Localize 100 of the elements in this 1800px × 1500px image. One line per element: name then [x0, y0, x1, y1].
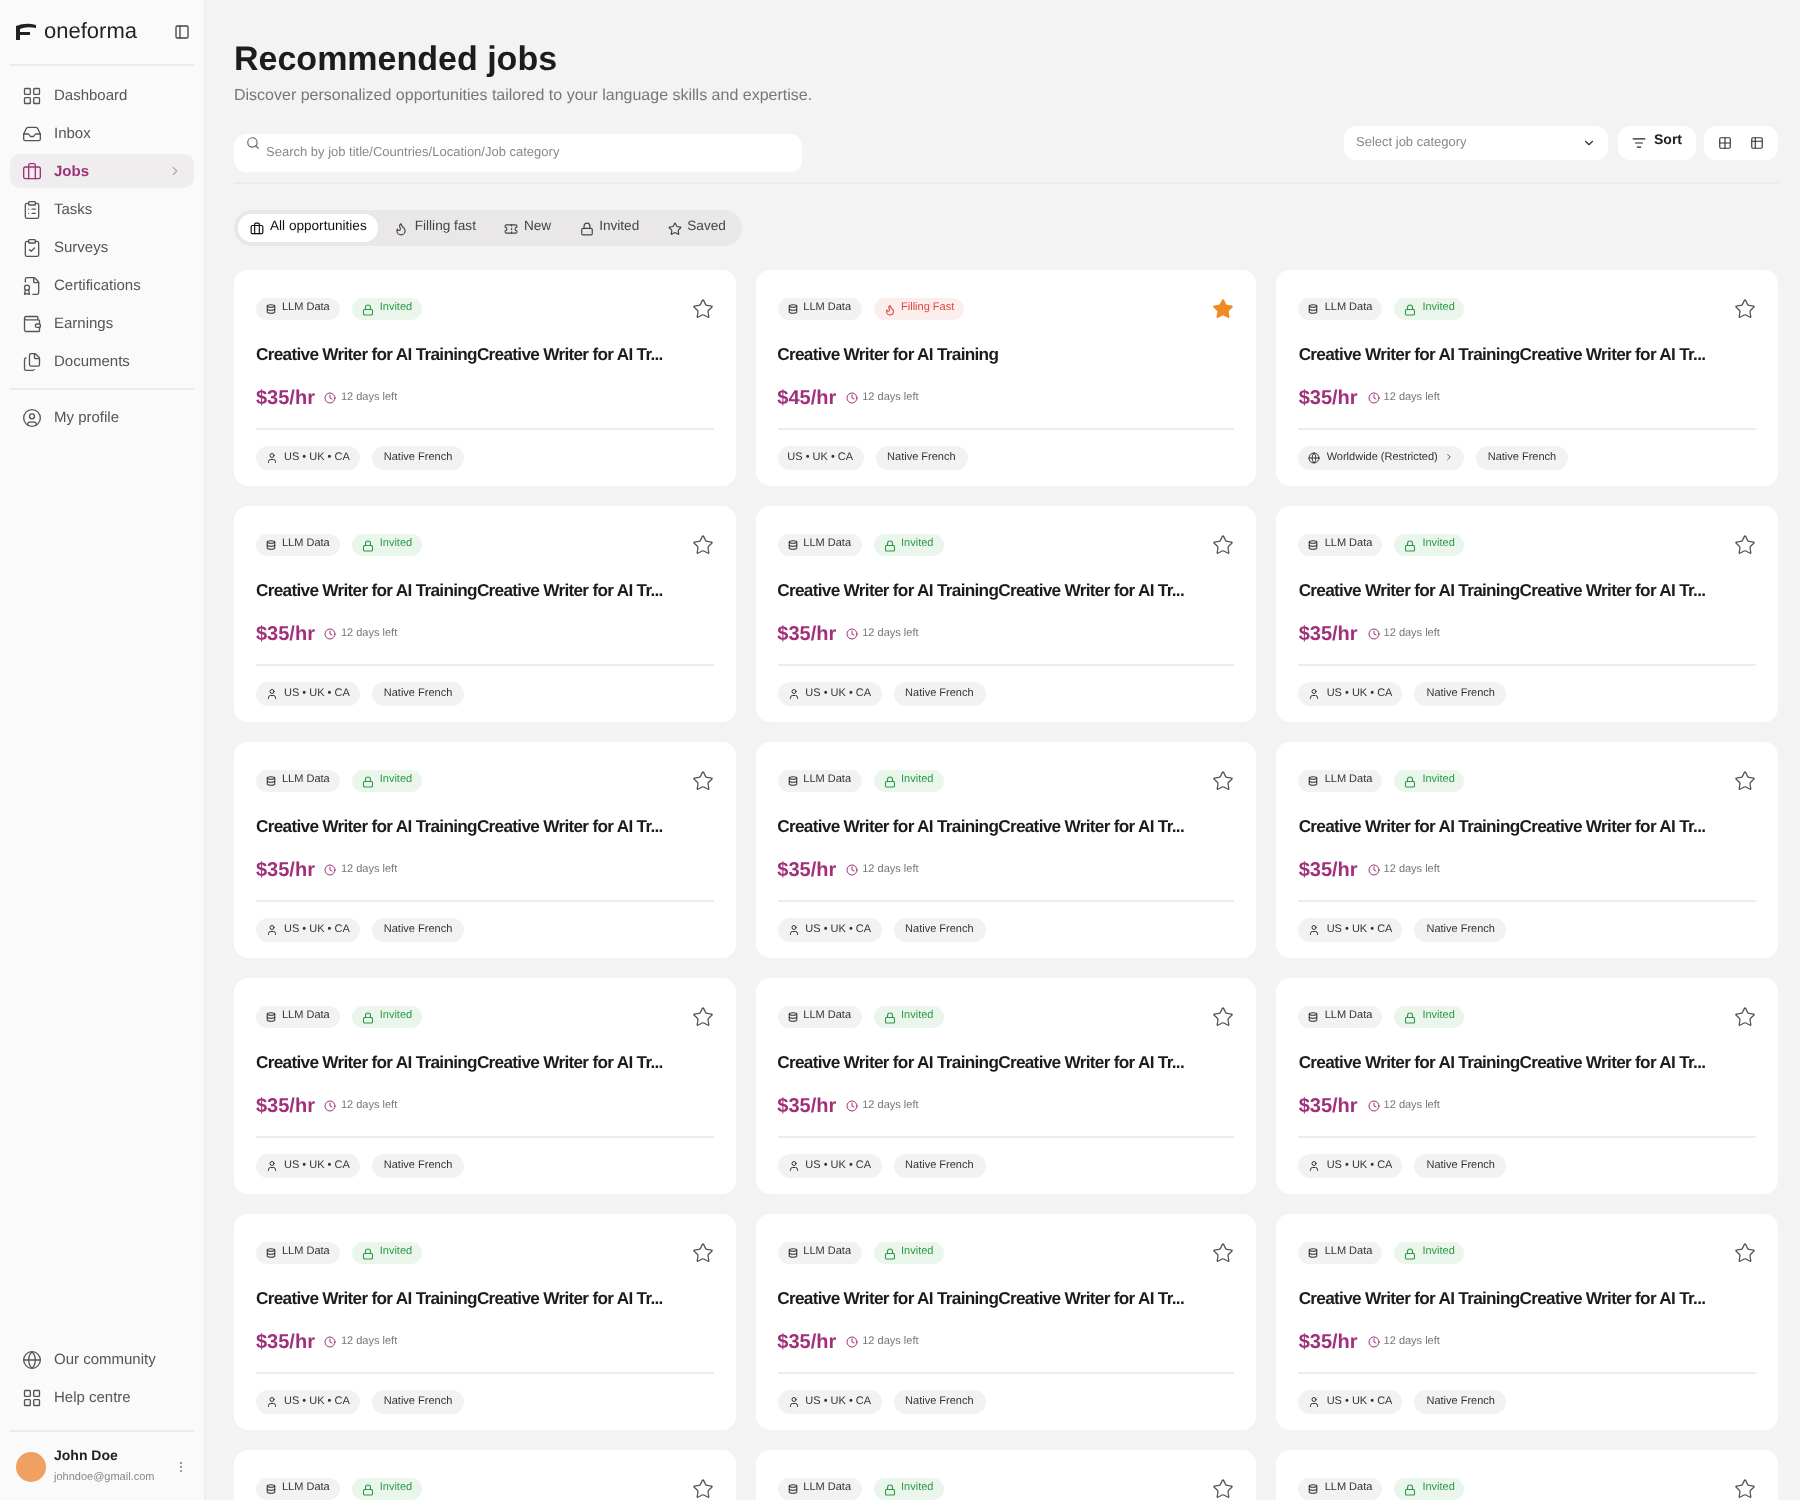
clipboard-icon [22, 199, 42, 219]
database-icon [787, 1012, 798, 1022]
chevron-down-icon [1582, 136, 1596, 150]
clock-icon [324, 628, 337, 641]
lock-icon [579, 221, 594, 235]
ticket-icon [503, 221, 518, 235]
clock-icon [1367, 864, 1380, 877]
flame-icon [394, 221, 409, 235]
clock-icon [846, 392, 859, 405]
star-icon[interactable] [691, 1006, 714, 1028]
job-title: Creative Writer for AI Training [777, 342, 1001, 368]
briefcase-icon [250, 221, 264, 235]
lock-icon [361, 539, 374, 551]
database-icon [787, 540, 798, 550]
database-icon [1308, 1248, 1319, 1258]
logo-text: oneforma [44, 17, 139, 48]
table-icon [1750, 136, 1764, 150]
lock-icon [883, 1247, 896, 1259]
clock-icon [1367, 392, 1380, 405]
star-icon[interactable] [691, 534, 714, 556]
dashboard-icon [22, 85, 42, 105]
job-title: Creative Writer for AI TrainingCreative Writer for AI Tr... [777, 1286, 1186, 1312]
clock-icon [1367, 1100, 1380, 1113]
person-icon [1308, 687, 1321, 700]
job-title: Creative Writer for AI TrainingCreative Writer for AI Tr... [256, 1286, 665, 1312]
sidebar-toggle-icon[interactable] [174, 24, 190, 40]
lock-icon [1404, 303, 1417, 315]
logo-icon [14, 22, 38, 42]
job-title: Creative Writer for AI TrainingCreative Writer for AI Tr... [1298, 814, 1708, 840]
star-icon[interactable] [1734, 1478, 1756, 1500]
star-icon[interactable] [691, 770, 714, 792]
job-title: Creative Writer for AI TrainingCreative Writer for AI Tr... [1298, 1286, 1708, 1312]
pay-rate: $35/hr [1298, 857, 1358, 886]
pay-rate: $35/hr [777, 857, 837, 886]
chevron-icon [1443, 452, 1454, 463]
star-icon[interactable] [1734, 534, 1756, 556]
pay-rate: $35/hr [256, 621, 315, 650]
lock-icon [1404, 1483, 1417, 1495]
star-icon [667, 221, 682, 235]
star-icon[interactable] [1734, 298, 1756, 320]
pay-rate: $35/hr [1298, 385, 1358, 414]
lock-icon [361, 1483, 374, 1495]
pay-rate: $35/hr [777, 1329, 837, 1358]
star-icon[interactable] [1212, 770, 1235, 792]
lock-icon [361, 1247, 374, 1259]
database-icon [1308, 1484, 1319, 1494]
avatar [16, 1452, 46, 1483]
job-title: Creative Writer for AI TrainingCreative Writer for AI Tr... [777, 814, 1186, 840]
star-icon[interactable] [691, 1242, 714, 1264]
database-icon [1308, 540, 1319, 550]
person-icon [787, 923, 800, 936]
person-icon [787, 1395, 800, 1408]
clock-icon [324, 1336, 337, 1349]
wallet-icon [22, 313, 42, 333]
star-icon[interactable] [1734, 1242, 1756, 1264]
star-icon[interactable] [1734, 770, 1756, 792]
grid-icon [1718, 136, 1732, 150]
pay-rate: $35/hr [777, 1093, 837, 1122]
clock-icon [324, 392, 337, 405]
star-icon[interactable] [1212, 1478, 1235, 1500]
job-title: Creative Writer for AI TrainingCreative Writer for AI Tr... [1298, 342, 1708, 368]
star-icon[interactable] [1734, 1006, 1756, 1028]
pay-rate: $35/hr [1298, 1093, 1358, 1122]
star-icon[interactable] [691, 1478, 714, 1500]
inbox-icon [22, 123, 42, 143]
clock-icon [846, 628, 859, 641]
database-icon [266, 1012, 276, 1022]
database-icon [266, 776, 276, 786]
database-icon [266, 304, 276, 314]
database-icon [787, 776, 798, 786]
star-icon[interactable] [1212, 298, 1235, 320]
pay-rate: $45/hr [777, 385, 837, 414]
lock-icon [1404, 1247, 1417, 1259]
star-icon[interactable] [1212, 534, 1235, 556]
pay-rate: $35/hr [256, 857, 315, 886]
job-title: Creative Writer for AI TrainingCreative Writer for AI Tr... [777, 578, 1186, 604]
clock-icon [324, 1100, 337, 1113]
star-icon[interactable] [1212, 1242, 1235, 1264]
person-icon [266, 687, 278, 700]
page-subtitle: Discover personalized opportunities tailored to your language skills and expertise. [234, 84, 815, 108]
profile-icon [22, 407, 42, 427]
grid-icon [22, 1387, 42, 1408]
person-icon [1308, 1395, 1321, 1408]
database-icon [1308, 304, 1319, 314]
pay-rate: $35/hr [256, 1329, 315, 1358]
filter-icon [1632, 136, 1646, 150]
clock-icon [1367, 628, 1380, 641]
lock-icon [1404, 539, 1417, 551]
lock-icon [361, 1011, 374, 1023]
job-title: Creative Writer for AI TrainingCreative Writer for AI Tr... [1298, 578, 1708, 604]
pay-rate: $35/hr [777, 621, 837, 650]
star-icon[interactable] [1212, 1006, 1235, 1028]
lock-icon [361, 303, 374, 315]
person-icon [787, 687, 800, 700]
person-icon [1308, 1159, 1321, 1172]
lock-icon [883, 1483, 896, 1495]
clock-icon [846, 864, 859, 877]
clock-icon [1367, 1336, 1380, 1349]
star-icon[interactable] [691, 298, 714, 320]
database-icon [266, 1248, 276, 1258]
